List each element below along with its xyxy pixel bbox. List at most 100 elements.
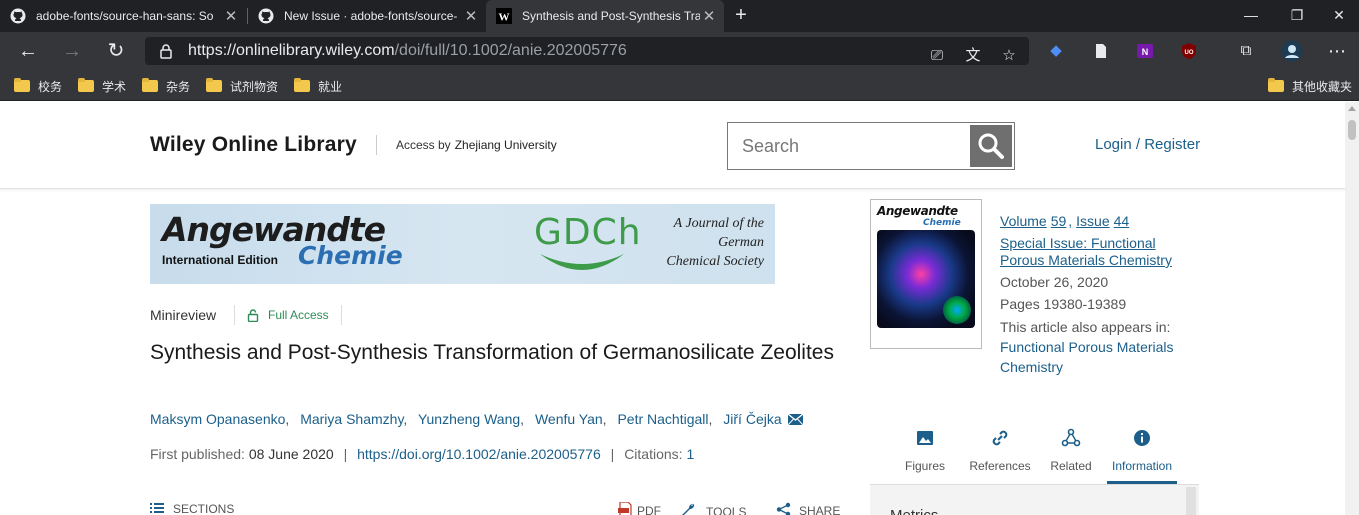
volume-issue-link[interactable]: Volume 59, Issue 44 bbox=[1000, 213, 1129, 230]
author-link[interactable]: Jiří Čejka bbox=[723, 411, 781, 427]
tab-references[interactable]: References bbox=[964, 422, 1036, 484]
close-tab-icon[interactable]: ✕ bbox=[222, 7, 240, 25]
banner-journal-name2: Chemie bbox=[298, 241, 403, 270]
metrics-heading: Metrics bbox=[890, 507, 938, 515]
bookmark-folder[interactable]: 就业 bbox=[294, 76, 342, 96]
publication-line: First published: 08 June 2020 | https://… bbox=[150, 446, 695, 462]
search-button[interactable] bbox=[970, 125, 1012, 167]
other-bookmarks-folder[interactable]: 其他收藏夹 bbox=[1268, 76, 1352, 96]
bookmark-label: 其他收藏夹 bbox=[1292, 79, 1353, 94]
sections-label: SECTIONS bbox=[173, 502, 235, 515]
journal-cover-image[interactable]: Angewandte Chemie bbox=[870, 199, 982, 349]
wiley-w-icon: W bbox=[496, 8, 512, 24]
collection-link[interactable]: Functional Porous Materials bbox=[1000, 339, 1174, 356]
share-button[interactable]: SHARE bbox=[776, 502, 840, 515]
more-menu-icon[interactable]: ⋯ bbox=[1327, 41, 1347, 61]
tab-label: References bbox=[969, 459, 1031, 473]
issue-date: October 26, 2020 bbox=[1000, 274, 1109, 290]
bookmark-label: 试剂物资 bbox=[230, 79, 279, 94]
document-icon[interactable] bbox=[1091, 41, 1111, 61]
browser-tab-active[interactable]: W Synthesis and Post-Synthesis Tran ✕ bbox=[486, 0, 724, 32]
email-icon[interactable] bbox=[787, 413, 803, 426]
pdf-button[interactable]: PDF bbox=[618, 501, 661, 515]
browser-tab[interactable]: adobe-fonts/source-han-sans: So ✕ bbox=[0, 0, 246, 32]
close-window-button[interactable]: ✕ bbox=[1316, 0, 1359, 30]
access-institution: Zhejiang University bbox=[454, 138, 557, 152]
sections-menu[interactable]: SECTIONS bbox=[150, 502, 234, 515]
doi-link[interactable]: https://doi.org/10.1002/anie.202005776 bbox=[357, 446, 601, 462]
reload-button[interactable]: ↻ bbox=[98, 32, 134, 70]
author-link[interactable]: Yunzheng Wang bbox=[418, 411, 520, 427]
collections-icon[interactable]: ⧉ bbox=[1236, 41, 1256, 61]
collection-line: Chemistry bbox=[1000, 359, 1064, 375]
extension-shield-icon[interactable]: ◆ bbox=[1046, 41, 1066, 61]
tools-button[interactable]: TOOLS bbox=[680, 502, 746, 515]
cover-inset-image bbox=[943, 296, 971, 324]
bookmark-folder[interactable]: 杂务 bbox=[142, 76, 190, 96]
banner-tagline: A Journal of the German Chemical Society bbox=[650, 214, 764, 271]
close-tab-icon[interactable]: ✕ bbox=[700, 7, 718, 25]
url-scheme: https:// bbox=[188, 42, 237, 59]
pdf-label: PDF bbox=[637, 504, 661, 515]
back-button[interactable]: ← bbox=[10, 32, 46, 70]
bookmark-folder[interactable]: 校务 bbox=[14, 76, 62, 96]
url-host: onlinelibrary.wiley.com bbox=[236, 42, 395, 59]
author-link[interactable]: Wenfu Yan bbox=[535, 411, 603, 427]
lock-icon[interactable] bbox=[159, 43, 173, 59]
ublock-icon[interactable]: UO bbox=[1179, 41, 1199, 61]
tagline-line: A Journal of the bbox=[673, 216, 764, 231]
panel-scrollbar[interactable] bbox=[1186, 487, 1196, 515]
svg-text:N: N bbox=[1142, 47, 1149, 57]
special-issue-link[interactable]: Special Issue: Functional bbox=[1000, 235, 1156, 252]
tab-figures[interactable]: Figures bbox=[894, 422, 956, 484]
tab-information[interactable]: Information bbox=[1107, 422, 1177, 484]
author-link[interactable]: Maksym Opanasenko bbox=[150, 411, 285, 427]
bookmark-label: 杂务 bbox=[166, 79, 191, 94]
author-link[interactable]: Mariya Shamzhy bbox=[300, 411, 403, 427]
collection-line: Functional Porous Materials bbox=[1000, 339, 1174, 355]
new-tab-button[interactable]: + bbox=[727, 0, 755, 30]
favorite-star-icon[interactable]: ☆ bbox=[999, 46, 1019, 66]
special-issue-link[interactable]: Porous Materials Chemistry bbox=[1000, 252, 1172, 269]
translate-icon[interactable]: 文 bbox=[963, 46, 983, 66]
site-logo[interactable]: Wiley Online Library bbox=[150, 133, 357, 157]
address-bar[interactable]: https://onlinelibrary.wiley.com/doi/full… bbox=[145, 37, 1029, 65]
bookmark-folder[interactable]: 试剂物资 bbox=[206, 76, 278, 96]
special-issue-line: Porous Materials Chemistry bbox=[1000, 252, 1172, 268]
minimize-button[interactable]: — bbox=[1228, 0, 1274, 30]
forward-button[interactable]: → bbox=[54, 32, 90, 70]
special-issue-line: Special Issue: Functional bbox=[1000, 235, 1156, 251]
github-icon bbox=[258, 8, 274, 24]
maximize-button[interactable]: ❐ bbox=[1274, 0, 1320, 30]
tab-related[interactable]: Related bbox=[1042, 422, 1100, 484]
bookmark-folder[interactable]: 学术 bbox=[78, 76, 126, 96]
login-register-link[interactable]: Login / Register bbox=[1095, 136, 1200, 153]
citations-count-link[interactable]: 1 bbox=[686, 446, 694, 462]
tab-label: Figures bbox=[904, 459, 945, 473]
journal-banner[interactable]: Angewandte International Edition Chemie … bbox=[150, 204, 775, 284]
page-scrollbar[interactable] bbox=[1345, 102, 1359, 515]
folder-icon bbox=[206, 78, 222, 92]
author-link[interactable]: Petr Nachtigall bbox=[617, 411, 708, 427]
read-aloud-icon[interactable]: ⎚ bbox=[927, 46, 947, 66]
onenote-icon[interactable]: N bbox=[1135, 41, 1155, 61]
cover-subtitle: Chemie bbox=[923, 218, 961, 228]
close-tab-icon[interactable]: ✕ bbox=[462, 7, 480, 25]
article-type: Minireview bbox=[150, 307, 217, 323]
web-page: Wiley Online Library Access by Zhejiang U… bbox=[0, 102, 1345, 515]
issue-label: Issue bbox=[1076, 213, 1110, 229]
browser-toolbar: ← → ↻ https://onlinelibrary.wiley.com/do… bbox=[0, 32, 1359, 70]
issue-number: 44 bbox=[1113, 213, 1130, 229]
search-input[interactable] bbox=[742, 133, 962, 159]
article-title: Synthesis and Post-Synthesis Transformat… bbox=[150, 341, 834, 364]
scrollbar-thumb[interactable] bbox=[1348, 120, 1356, 140]
browser-tab[interactable]: New Issue · adobe-fonts/source- ✕ bbox=[248, 0, 486, 32]
profile-avatar-icon[interactable] bbox=[1281, 40, 1303, 62]
scroll-up-icon[interactable] bbox=[1348, 106, 1356, 111]
share-icon bbox=[776, 502, 791, 515]
bookmark-label: 就业 bbox=[318, 79, 343, 94]
info-icon bbox=[1134, 430, 1150, 446]
search-icon bbox=[978, 133, 1004, 159]
collection-link[interactable]: Chemistry bbox=[1000, 359, 1063, 376]
folder-icon bbox=[294, 78, 310, 92]
